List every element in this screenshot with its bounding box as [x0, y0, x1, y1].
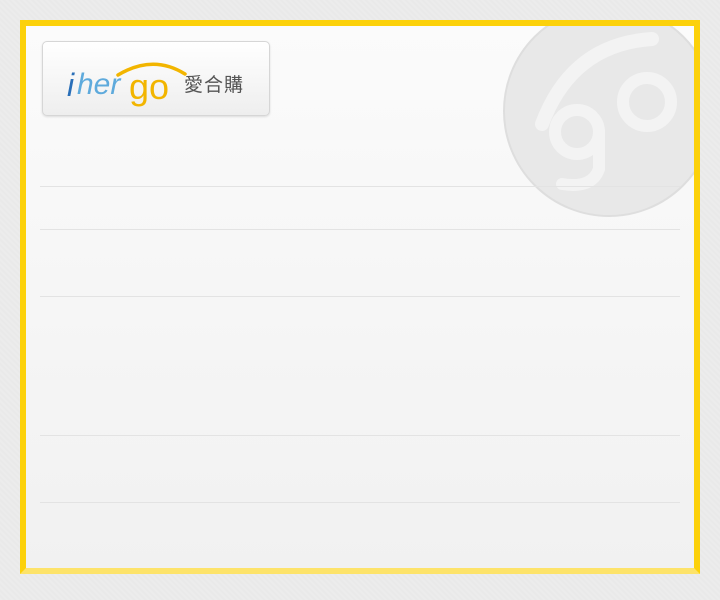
form-divider: [40, 296, 680, 297]
ihergo-logo[interactable]: i her go 愛合購: [42, 41, 270, 116]
go-watermark-icon: [503, 26, 694, 217]
login-panel: i her go 愛合購: [20, 20, 700, 574]
form-divider: [40, 435, 680, 436]
logo-chinese-name: 愛合購: [184, 74, 245, 96]
page: i her go 愛合購: [0, 0, 720, 600]
form-divider: [40, 229, 680, 230]
logo-i: i: [67, 67, 75, 103]
logo-her: her: [77, 68, 121, 101]
logo-go: go: [129, 66, 169, 107]
form-divider: [40, 502, 680, 503]
form-divider: [40, 186, 680, 187]
